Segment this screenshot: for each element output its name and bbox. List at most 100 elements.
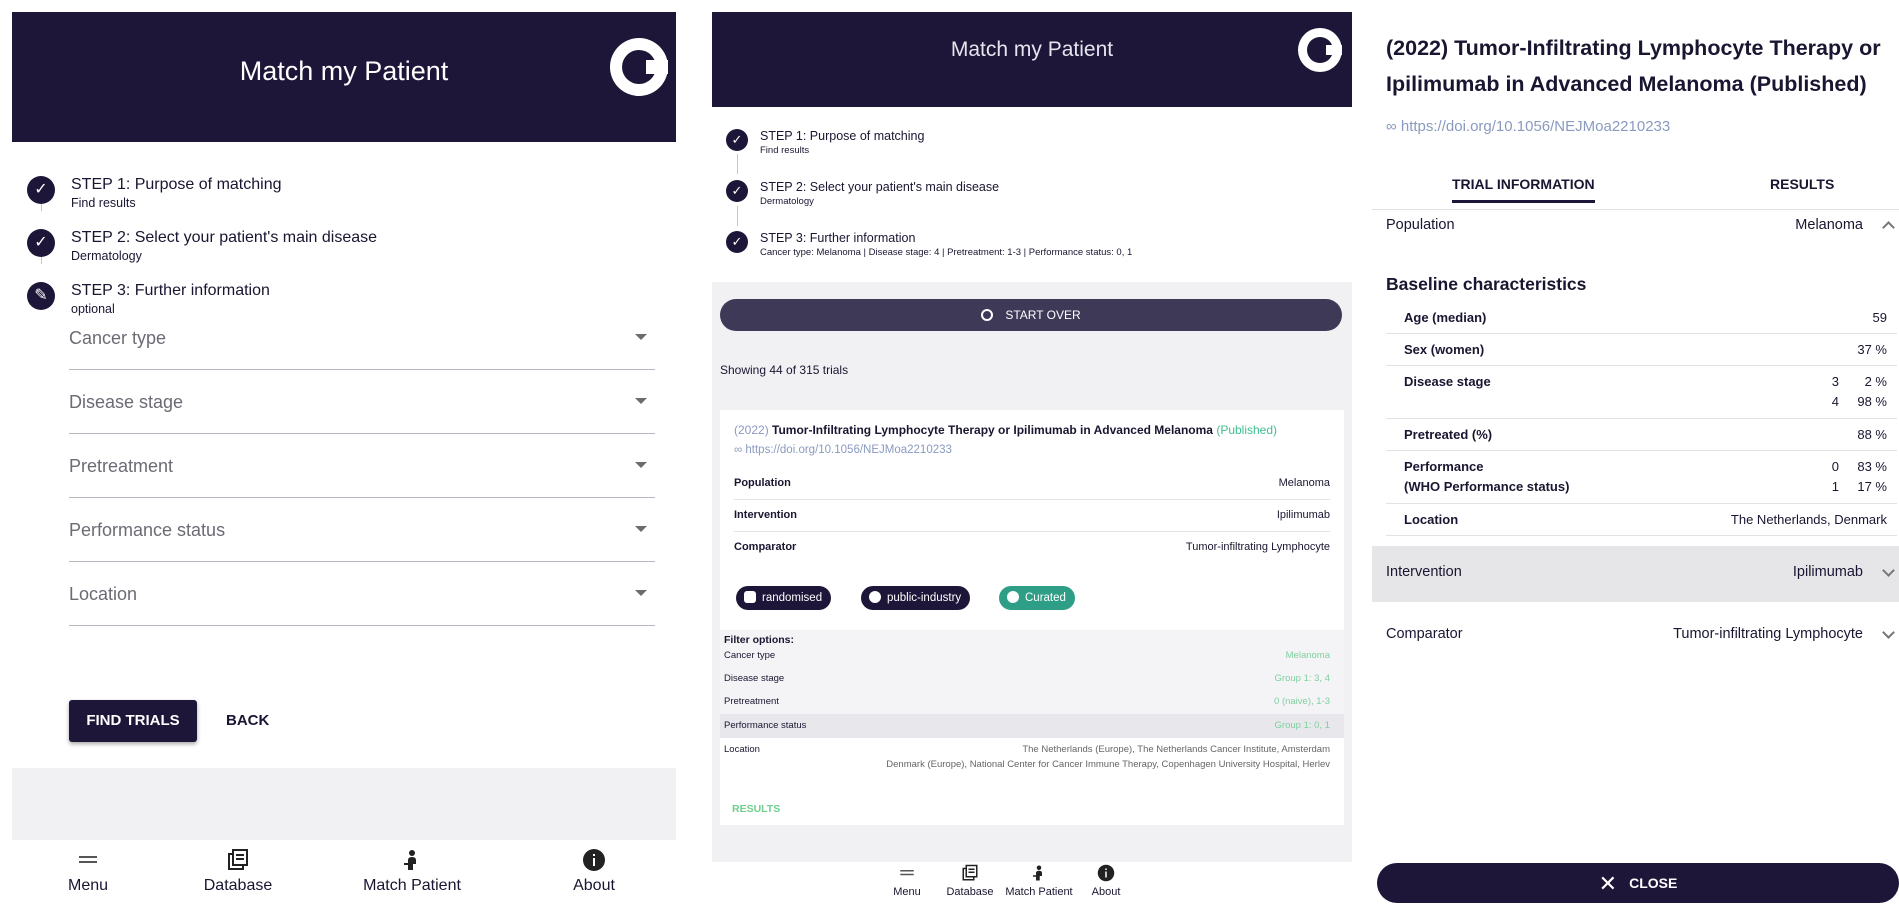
location-select[interactable]: Location <box>69 562 655 626</box>
start-over-button[interactable]: START OVER <box>720 299 1342 331</box>
row-value: Melanoma <box>1795 217 1863 233</box>
close-button[interactable]: ✕ CLOSE <box>1377 863 1899 903</box>
randomised-chip: randomised <box>736 586 832 610</box>
briefcase-icon <box>744 591 756 603</box>
population-accordion[interactable]: Population Melanoma <box>1386 217 1899 241</box>
nav-menu[interactable]: Menu <box>12 848 168 895</box>
start-over-label: START OVER <box>1005 308 1081 322</box>
baseline-row: Location The Netherlands, Denmark <box>1386 504 1897 536</box>
tab-trial-information[interactable]: TRIAL INFORMATION <box>1452 176 1595 203</box>
filter-row: Performance status Group 1: 0, 1 <box>720 714 1344 738</box>
baseline-row: Age (median) 59 <box>1386 302 1897 334</box>
step-title: STEP 2: Select your patient's main disea… <box>71 229 378 246</box>
info-icon <box>583 849 605 871</box>
chip-label: randomised <box>762 592 823 604</box>
intervention-accordion[interactable]: Intervention Ipilimumab <box>1372 546 1899 602</box>
app-title: Match my Patient <box>239 56 449 86</box>
step-title: STEP 1: Purpose of matching <box>760 129 925 143</box>
menu-icon <box>79 856 97 863</box>
cancer-type-select[interactable]: Cancer type <box>69 306 655 370</box>
chip-label: public-industry <box>887 592 962 604</box>
database-icon <box>228 849 248 870</box>
find-trials-button[interactable]: FIND TRIALS <box>69 700 197 742</box>
results-link[interactable]: RESULTS <box>732 803 780 815</box>
select-label: Pretreatment <box>69 456 174 476</box>
close-icon: ✕ <box>1598 871 1618 896</box>
baseline-value: 88 % <box>1857 427 1887 442</box>
row-label: Comparator <box>734 541 797 553</box>
funding-chip: public-industry <box>861 586 971 610</box>
nav-label: Match Patient <box>363 877 461 894</box>
baseline-label: Sex (women) <box>1404 342 1485 357</box>
app-logo-icon <box>610 38 668 96</box>
pretreatment-select[interactable]: Pretreatment <box>69 434 655 498</box>
location-line: The Netherlands (Europe), The Netherland… <box>1022 744 1330 755</box>
trial-year: (2022) <box>734 423 769 437</box>
filter-value: Group 1: 0, 1 <box>1274 720 1330 731</box>
trial-status: (Published) <box>1216 423 1278 437</box>
row-value: Tumor-infiltrating Lymphocyte <box>1673 626 1863 642</box>
match-form-screen: Match my Patient ✓ STEP 1: Purpose of ma… <box>12 12 676 905</box>
database-icon <box>962 864 978 881</box>
filter-value: Group 1: 3, 4 <box>1274 673 1330 684</box>
baseline-value: 17 % <box>1857 479 1887 494</box>
filter-value: 0 (naive), 1-3 <box>1274 696 1330 707</box>
filter-label: Cancer type <box>724 650 776 661</box>
dropdown-arrow-icon <box>635 398 647 404</box>
step-title: STEP 3: Further information <box>760 231 916 245</box>
nav-database[interactable]: Database <box>935 864 1005 898</box>
nav-label: About <box>1091 886 1121 898</box>
baseline-row: Disease stage 3 2 % 4 98 % <box>1386 366 1897 419</box>
row-value: Melanoma <box>1278 477 1330 489</box>
comparator-accordion[interactable]: Comparator Tumor-infiltrating Lymphocyte <box>1386 626 1899 650</box>
disease-stage-select[interactable]: Disease stage <box>69 370 655 434</box>
back-button[interactable]: BACK <box>226 712 269 729</box>
doi-link[interactable]: ∞ https://doi.org/10.1056/NEJMoa2210233 <box>734 444 952 456</box>
patient-icon <box>404 850 416 870</box>
nav-menu[interactable]: Menu <box>872 864 942 898</box>
step-subtitle: Find results <box>71 196 136 210</box>
nav-match-patient[interactable]: Match Patient <box>332 848 492 895</box>
baseline-label: Location <box>1404 512 1459 527</box>
baseline-label: (WHO Performance status) <box>1404 479 1570 494</box>
row-value: Tumor-infiltrating Lymphocyte <box>1185 541 1330 553</box>
baseline-group: 3 <box>1831 374 1839 389</box>
filter-label: Disease stage <box>724 673 785 684</box>
trial-title[interactable]: (2022) Tumor-Infiltrating Lymphocyte The… <box>734 423 1277 437</box>
curated-icon <box>1007 591 1019 603</box>
filter-label: Pretreatment <box>724 696 779 707</box>
bottom-nav: Menu Database Match Patient About <box>712 862 1352 905</box>
content-footer <box>12 768 676 840</box>
baseline-group: 1 <box>1831 479 1839 494</box>
baseline-value: 83 % <box>1857 459 1887 474</box>
chevron-down-icon <box>1882 626 1895 639</box>
intervention-row: Intervention Ipilimumab <box>734 500 1330 532</box>
tab-results[interactable]: RESULTS <box>1770 176 1834 192</box>
filter-row: Disease stage Group 1: 3, 4 <box>720 667 1344 691</box>
curated-chip: Curated <box>999 586 1075 610</box>
nav-label: Menu <box>67 877 109 894</box>
app-header: Match my Patient <box>712 12 1352 107</box>
performance-status-select[interactable]: Performance status <box>69 498 655 562</box>
bottom-nav: Menu Database Match Patient About <box>12 842 676 905</box>
baseline-label: Pretreated (%) <box>1404 427 1493 442</box>
doi-link[interactable]: ∞ https://doi.org/10.1056/NEJMoa2210233 <box>1386 118 1670 135</box>
nav-about[interactable]: About <box>514 848 674 895</box>
nav-match-patient[interactable]: Match Patient <box>1004 864 1074 898</box>
check-icon: ✓ <box>27 229 55 257</box>
trial-name: Tumor-Infiltrating Lymphocyte Therapy or… <box>772 423 1213 437</box>
row-label: Population <box>1386 217 1455 233</box>
nav-label: Database <box>946 886 994 898</box>
trial-card[interactable]: (2022) Tumor-Infiltrating Lymphocyte The… <box>720 410 1344 825</box>
filter-label: Location <box>724 744 760 755</box>
filter-value: Melanoma <box>1285 650 1330 661</box>
baseline-value: 37 % <box>1857 342 1887 357</box>
baseline-value: 59 <box>1872 310 1887 325</box>
nav-label: Database <box>203 877 273 894</box>
nav-database[interactable]: Database <box>158 848 318 895</box>
results-screen: Match my Patient ✓ STEP 1: Purpose of ma… <box>712 12 1352 905</box>
nav-about[interactable]: About <box>1071 864 1141 898</box>
step-subtitle: Dermatology <box>760 196 814 207</box>
pencil-icon: ✎ <box>27 282 55 310</box>
baseline-label: Performance <box>1404 459 1484 474</box>
